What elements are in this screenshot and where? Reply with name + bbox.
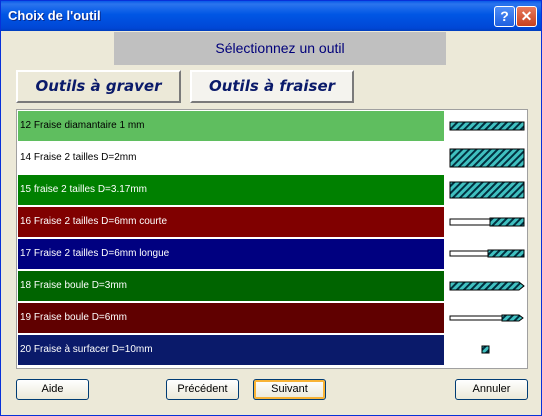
title-bar[interactable]: Choix de l'outil ? ✕ [1,1,541,31]
tool-row-label[interactable]: 14 Fraise 2 tailles D=2mm [18,143,444,173]
tool-bar-short-tip-icon [446,207,526,237]
tool-list: 12 Fraise diamantaire 1 mm 14 Fraise 2 t… [16,109,528,369]
tab-milling-tools[interactable]: Outils à fraiser [190,70,354,103]
tool-row-label[interactable]: 19 Fraise boule D=6mm [18,303,444,333]
tool-row-label[interactable]: 18 Fraise boule D=3mm [18,271,444,301]
previous-button[interactable]: Précédent [166,379,239,400]
help-button[interactable]: Aide [16,379,89,400]
tool-bar-full-medium-icon [446,175,526,205]
tool-bar-ball-small-icon [446,303,526,333]
dialog-window: Choix de l'outil ? ✕ Sélectionnez un out… [0,0,542,416]
tool-square-small-icon [446,335,526,365]
tool-row-label[interactable]: 15 fraise 2 tailles D=3.17mm [18,175,444,205]
tool-row-label[interactable]: 16 Fraise 2 tailles D=6mm courte [18,207,444,237]
tool-bar-long-tip-icon [446,239,526,269]
tool-row-label[interactable]: 12 Fraise diamantaire 1 mm [18,111,444,141]
close-icon[interactable]: ✕ [516,6,537,27]
tool-bar-full-thin-icon [446,111,526,141]
tool-bar-full-thick-icon [446,143,526,173]
tool-row-label[interactable]: 20 Fraise à surfacer D=10mm [18,335,444,365]
help-icon[interactable]: ? [494,6,515,27]
instruction-header: Sélectionnez un outil [114,32,446,65]
tool-bar-ball-icon [446,271,526,301]
tab-engraving-tools[interactable]: Outils à graver [16,70,181,103]
cancel-button[interactable]: Annuler [455,379,528,400]
window-title: Choix de l'outil [8,8,101,23]
tool-row-label[interactable]: 17 Fraise 2 tailles D=6mm longue [18,239,444,269]
next-button[interactable]: Suivant [253,379,326,400]
